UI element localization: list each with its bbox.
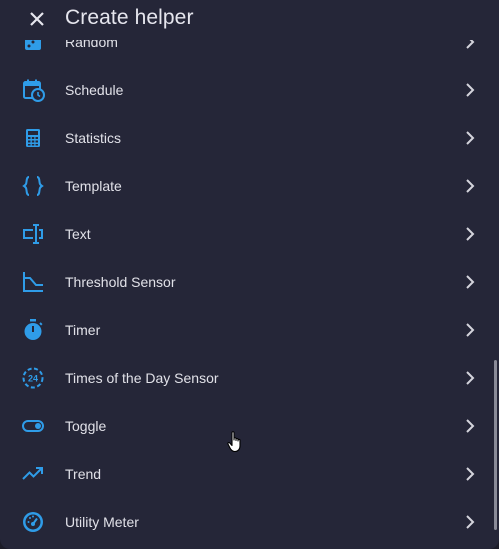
list-item-label: Utility Meter [65, 514, 139, 530]
trending-up-icon [21, 462, 45, 486]
list-item-utility-meter[interactable]: Utility Meter [0, 498, 492, 546]
list-item-label: Timer [65, 322, 101, 338]
create-helper-dialog: Random Schedule Statistics Template Text… [0, 0, 499, 549]
list-item-timer[interactable]: Timer [0, 306, 492, 354]
timer-icon [21, 318, 45, 342]
toggle-switch-icon [21, 414, 45, 438]
list-item-threshold-sensor[interactable]: Threshold Sensor [0, 258, 492, 306]
chevron-right-icon [460, 464, 480, 484]
calendar-clock-icon [21, 78, 45, 102]
dialog-title: Create helper [65, 6, 194, 29]
helper-list: Random Schedule Statistics Template Text… [0, 24, 499, 549]
hours-24-icon: 24 [21, 366, 45, 390]
chevron-right-icon [460, 272, 480, 292]
list-item-label: Schedule [65, 82, 124, 98]
hand-cursor-icon [227, 430, 245, 454]
list-item-label: Toggle [65, 418, 107, 434]
list-item-label: Text [65, 226, 91, 242]
list-item-label: Trend [65, 466, 102, 482]
text-cursor-icon [21, 222, 45, 246]
threshold-chart-icon [21, 270, 45, 294]
scrollbar-thumb[interactable] [494, 360, 497, 530]
chevron-right-icon [460, 224, 480, 244]
chevron-right-icon [460, 320, 480, 340]
chevron-right-icon [460, 368, 480, 388]
chevron-right-icon [460, 80, 480, 100]
list-item-label: Threshold Sensor [65, 274, 176, 290]
close-icon [28, 10, 46, 33]
gauge-icon [21, 510, 45, 534]
list-item-label: Statistics [65, 130, 122, 146]
chevron-right-icon [460, 512, 480, 532]
list-item-template[interactable]: Template [0, 162, 492, 210]
list-item-statistics[interactable]: Statistics [0, 114, 492, 162]
list-item-schedule[interactable]: Schedule [0, 66, 492, 114]
chevron-right-icon [460, 128, 480, 148]
list-item-label: Template [65, 178, 122, 194]
list-item-text[interactable]: Text [0, 210, 492, 258]
chevron-right-icon [460, 176, 480, 196]
dialog-header: Create helper [0, 0, 499, 40]
code-braces-icon [21, 174, 45, 198]
svg-text:24: 24 [28, 374, 38, 384]
list-item-trend[interactable]: Trend [0, 450, 492, 498]
chevron-right-icon [460, 416, 480, 436]
list-item-toggle[interactable]: Toggle [0, 402, 492, 450]
list-item-label: Times of the Day Sensor [65, 370, 219, 386]
list-item-times-of-the-day-sensor[interactable]: 24 Times of the Day Sensor [0, 354, 492, 402]
calculator-icon [21, 126, 45, 150]
close-button[interactable] [24, 8, 50, 34]
